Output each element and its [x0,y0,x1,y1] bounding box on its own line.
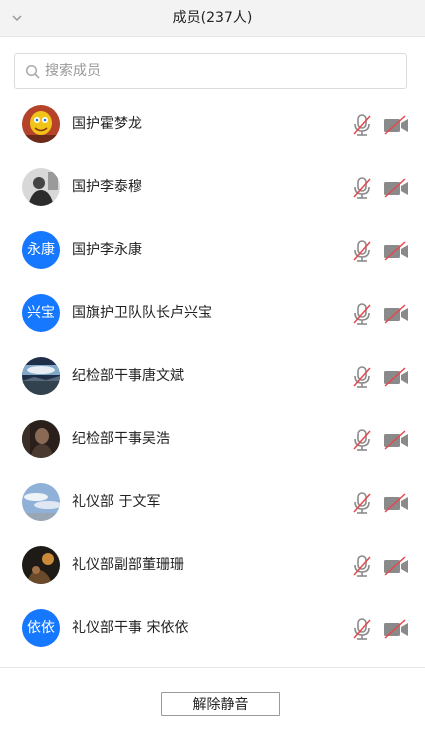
member-row[interactable]: 礼仪部 于文军 [0,471,425,534]
mic-muted-icon[interactable] [351,365,373,389]
member-name: 纪检部干事唐文斌 [72,368,184,384]
search-box[interactable] [14,53,407,89]
camera-off-icon[interactable] [383,556,409,576]
avatar [22,420,60,458]
member-name: 礼仪部副部董珊珊 [72,557,184,573]
avatar [22,546,60,584]
unmute-button[interactable]: 解除静音 [161,692,280,716]
camera-off-icon[interactable] [383,430,409,450]
member-row[interactable]: 国护李泰穆 [0,156,425,219]
mic-muted-icon[interactable] [351,554,373,578]
member-row[interactable]: 永康 国护李永康 [0,219,425,282]
member-row[interactable]: 纪检部干事吴浩 [0,408,425,471]
mic-muted-icon[interactable] [351,617,373,641]
camera-off-icon[interactable] [383,241,409,261]
member-row[interactable]: 依依 礼仪部干事 宋依依 [0,597,425,660]
member-name: 国护李永康 [72,242,142,258]
panel-header: 成员(237人) [0,0,425,37]
member-name: 国旗护卫队队长卢兴宝 [72,305,212,321]
mic-muted-icon[interactable] [351,428,373,452]
member-row[interactable]: 礼仪部副部董珊珊 [0,534,425,597]
camera-off-icon[interactable] [383,178,409,198]
member-list: 国护霍梦龙 国护李泰穆 永康 国护李永康 兴宝 国旗护卫队队长卢兴宝 纪检部干事… [0,93,425,660]
avatar: 依依 [22,609,60,647]
member-row[interactable]: 纪检部干事唐文斌 [0,345,425,408]
member-row[interactable]: 兴宝 国旗护卫队队长卢兴宝 [0,282,425,345]
member-name: 国护霍梦龙 [72,116,142,132]
panel-title: 成员(237人) [172,10,253,26]
avatar: 兴宝 [22,294,60,332]
avatar [22,105,60,143]
mic-muted-icon[interactable] [351,302,373,326]
camera-off-icon[interactable] [383,304,409,324]
avatar [22,357,60,395]
mic-muted-icon[interactable] [351,239,373,263]
camera-off-icon[interactable] [383,619,409,639]
search-input[interactable] [45,54,400,88]
member-name: 礼仪部干事 宋依依 [72,620,189,636]
mic-muted-icon[interactable] [351,176,373,200]
member-name: 国护李泰穆 [72,179,142,195]
member-row[interactable]: 国护霍梦龙 [0,93,425,156]
member-name: 礼仪部 于文军 [72,494,161,510]
mic-muted-icon[interactable] [351,113,373,137]
search-icon [25,64,40,79]
avatar [22,483,60,521]
camera-off-icon[interactable] [383,493,409,513]
avatar: 永康 [22,231,60,269]
mic-muted-icon[interactable] [351,491,373,515]
camera-off-icon[interactable] [383,367,409,387]
member-name: 纪检部干事吴浩 [72,431,170,447]
avatar [22,168,60,206]
panel-footer: 解除静音 [0,667,425,738]
camera-off-icon[interactable] [383,115,409,135]
